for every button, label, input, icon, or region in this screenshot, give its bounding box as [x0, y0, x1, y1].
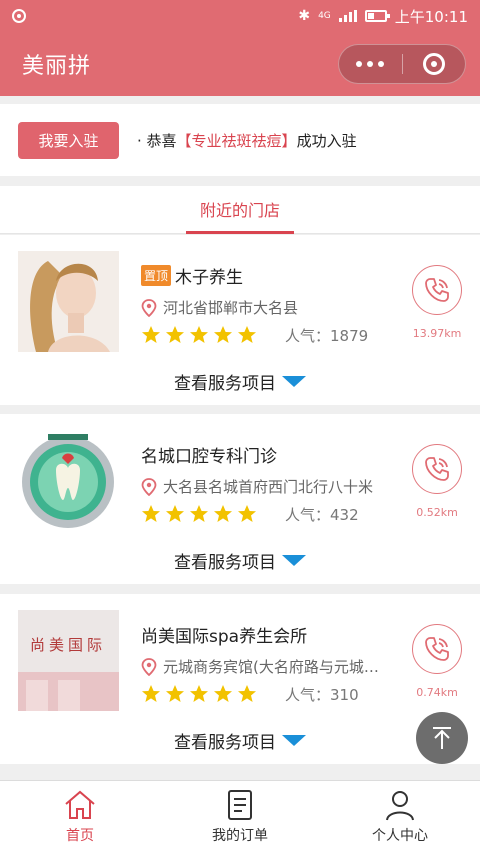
store-address: 大名县名城首府西门北行八十米 — [163, 478, 374, 496]
store-card[interactable]: 置顶 木子养生 河北省邯郸市大名县 人气：1879 13.97km 查看服务项目 — [0, 235, 480, 405]
miniprogram-capsule — [338, 44, 466, 84]
star-icon — [214, 685, 232, 702]
rating-stars — [141, 504, 257, 524]
rating-stars — [141, 325, 257, 345]
app-status-icon — [12, 9, 26, 23]
store-name[interactable]: 尚美国际spa养生会所 — [141, 622, 307, 647]
location-pin-icon — [141, 657, 157, 676]
top-bar: ✱ 4G 上午10:11 美丽拼 — [0, 0, 480, 96]
dropdown-arrow-icon — [282, 376, 306, 387]
dropdown-arrow-icon — [282, 735, 306, 746]
tab-label: 我的订单 — [212, 828, 268, 844]
view-services-label: 查看服务项目 — [174, 553, 276, 573]
dropdown-arrow-icon — [282, 555, 306, 566]
star-icon — [166, 685, 184, 702]
tab-profile[interactable]: 个人中心 — [320, 781, 480, 853]
section-header: 附近的门店 — [0, 186, 480, 234]
back-to-top-button[interactable] — [416, 712, 468, 764]
tab-home[interactable]: 首页 — [0, 781, 160, 853]
view-services-toggle[interactable]: 查看服务项目 — [0, 369, 480, 394]
star-icon — [142, 685, 160, 702]
join-button[interactable]: 我要入驻 — [18, 121, 119, 159]
more-icon[interactable] — [339, 61, 402, 67]
notice-highlight: 【专业祛斑祛痘】 — [176, 131, 297, 150]
store-address-row: 大名县名城首府西门北行八十米 — [141, 476, 395, 497]
view-services-label: 查看服务项目 — [174, 374, 276, 394]
status-indicators: ✱ 4G 上午10:11 — [298, 6, 468, 27]
call-button[interactable] — [412, 624, 462, 674]
store-address-row: 元城商务宾馆(大名府路与元城… — [141, 656, 395, 677]
user-icon — [386, 791, 414, 821]
location-pin-icon — [141, 298, 157, 317]
phone-icon — [425, 637, 449, 661]
store-name[interactable]: 名城口腔专科门诊 — [141, 442, 277, 467]
app-title: 美丽拼 — [22, 54, 92, 79]
bluetooth-icon: ✱ — [298, 8, 311, 24]
home-icon — [65, 790, 95, 819]
location-pin-icon — [141, 477, 157, 496]
view-services-label: 查看服务项目 — [174, 733, 276, 753]
store-thumbnail[interactable] — [18, 251, 119, 352]
view-services-toggle[interactable]: 查看服务项目 — [0, 548, 480, 573]
tab-label: 个人中心 — [372, 828, 428, 844]
store-card[interactable]: 尚美国际 尚美国际spa养生会所 元城商务宾馆(大名府路与元城… 人气：310 … — [0, 594, 480, 764]
call-button[interactable] — [412, 444, 462, 494]
star-icon — [238, 685, 256, 702]
clock: 上午10:11 — [394, 7, 468, 26]
order-icon — [228, 790, 252, 820]
store-sign-text: 尚美国际 — [30, 636, 106, 654]
star-icon — [142, 505, 160, 522]
signal-icon — [338, 10, 357, 22]
notice-message: · 恭喜【专业祛斑祛痘】成功入驻 — [137, 130, 357, 151]
popularity: 人气：1879 — [285, 327, 369, 345]
notice-suffix: 成功入驻 — [296, 131, 357, 150]
store-distance: 0.74km — [416, 686, 458, 699]
store-thumbnail[interactable] — [18, 430, 119, 531]
store-name-row: 名城口腔专科门诊 — [141, 442, 277, 467]
store-address: 河北省邯郸市大名县 — [163, 299, 299, 317]
store-name-row: 尚美国际spa养生会所 — [141, 622, 307, 647]
rating-stars — [141, 684, 257, 704]
store-thumbnail[interactable]: 尚美国际 — [18, 610, 119, 711]
tab-my-orders[interactable]: 我的订单 — [160, 781, 320, 853]
store-address-row: 河北省邯郸市大名县 — [141, 297, 395, 318]
status-bar: ✱ 4G 上午10:11 — [0, 0, 480, 32]
view-services-toggle[interactable]: 查看服务项目 — [0, 728, 480, 753]
star-icon — [190, 685, 208, 702]
close-icon[interactable] — [403, 53, 466, 75]
store-distance: 13.97km — [412, 327, 462, 340]
store-distance: 0.52km — [416, 506, 458, 519]
star-icon — [190, 326, 208, 343]
star-icon — [142, 326, 160, 343]
popularity: 人气：432 — [285, 506, 359, 524]
bottom-tab-bar: 首页 我的订单 个人中心 — [0, 780, 480, 853]
battery-icon — [364, 10, 390, 22]
phone-icon — [425, 278, 449, 302]
star-icon — [190, 505, 208, 522]
store-name-row: 置顶 木子养生 — [141, 263, 243, 288]
star-icon — [238, 326, 256, 343]
phone-icon — [425, 457, 449, 481]
notice-bar: 我要入驻 · 恭喜【专业祛斑祛痘】成功入驻 — [0, 104, 480, 176]
call-button[interactable] — [412, 265, 462, 315]
pinned-badge: 置顶 — [141, 265, 172, 286]
network-type: 4G — [318, 10, 331, 21]
store-name[interactable]: 木子养生 — [175, 263, 243, 288]
star-icon — [214, 505, 232, 522]
tab-label: 首页 — [66, 828, 94, 844]
star-icon — [166, 505, 184, 522]
tab-nearby-stores[interactable]: 附近的门店 — [186, 186, 294, 234]
popularity: 人气：310 — [285, 686, 359, 704]
star-icon — [166, 326, 184, 343]
store-card[interactable]: 名城口腔专科门诊 大名县名城首府西门北行八十米 人气：432 0.52km 查看… — [0, 414, 480, 584]
arrow-up-icon — [433, 727, 451, 749]
star-icon — [214, 326, 232, 343]
notice-prefix: · 恭喜 — [137, 131, 177, 150]
nav-bar: 美丽拼 — [0, 32, 480, 96]
star-icon — [238, 505, 256, 522]
store-address: 元城商务宾馆(大名府路与元城… — [163, 658, 379, 676]
